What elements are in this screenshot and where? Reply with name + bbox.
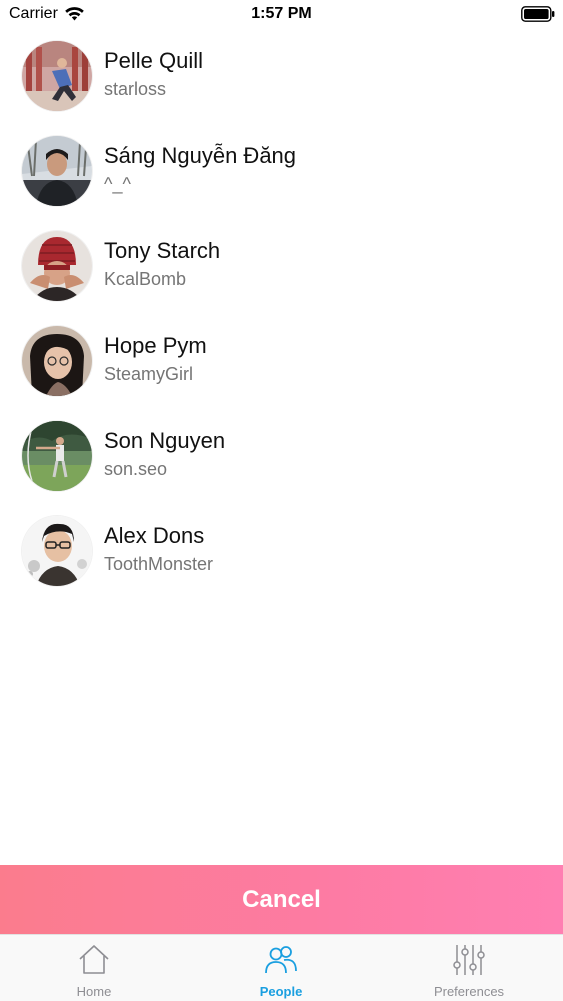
person-name: Tony Starch <box>104 238 221 263</box>
person-name: Hope Pym <box>104 333 207 358</box>
tab-label: People <box>259 984 303 999</box>
person-name: Pelle Quill <box>104 48 204 73</box>
tab-people[interactable]: People <box>187 935 375 1001</box>
person-handle: ^_^ <box>104 174 131 194</box>
tab-label: Home <box>76 984 112 999</box>
avatar <box>22 421 92 491</box>
avatar <box>22 516 92 586</box>
person-name: Alex Dons <box>104 523 205 548</box>
person-name: Sáng Nguyễn Đăng <box>104 143 297 168</box>
people-list: Pelle Quill starloss Sáng Nguyễn Đăng ^_… <box>0 33 563 603</box>
person-handle: ToothMonster <box>104 554 214 574</box>
cancel-button[interactable]: Cancel <box>0 865 563 934</box>
avatar <box>22 326 92 396</box>
avatar <box>22 41 92 111</box>
tab-bar: Home People Preferences <box>0 934 563 1001</box>
person-handle: son.seo <box>104 459 168 479</box>
tab-preferences[interactable]: Preferences <box>375 935 563 1001</box>
person-row[interactable]: Son Nguyen son.seo <box>0 413 563 508</box>
people-icon <box>265 946 297 974</box>
person-handle: starloss <box>104 79 167 99</box>
tab-home[interactable]: Home <box>0 935 188 1001</box>
tab-label: Preferences <box>433 984 505 999</box>
sliders-icon <box>453 945 485 975</box>
person-name: Son Nguyen <box>104 428 226 453</box>
status-bar: Carrier 1:57 PM <box>0 0 563 30</box>
person-handle: SteamyGirl <box>104 364 194 384</box>
home-icon <box>79 945 109 974</box>
avatar <box>22 231 92 301</box>
person-row[interactable]: Tony Starch KcalBomb <box>0 223 563 318</box>
person-row[interactable]: Sáng Nguyễn Đăng ^_^ <box>0 128 563 223</box>
person-row[interactable]: Pelle Quill starloss <box>0 33 563 128</box>
person-row[interactable]: Alex Dons ToothMonster <box>0 508 563 603</box>
person-row[interactable]: Hope Pym SteamyGirl <box>0 318 563 413</box>
avatar <box>22 136 92 206</box>
clock: 1:57 PM <box>251 5 312 22</box>
battery-icon <box>521 6 555 22</box>
person-handle: KcalBomb <box>104 269 187 289</box>
